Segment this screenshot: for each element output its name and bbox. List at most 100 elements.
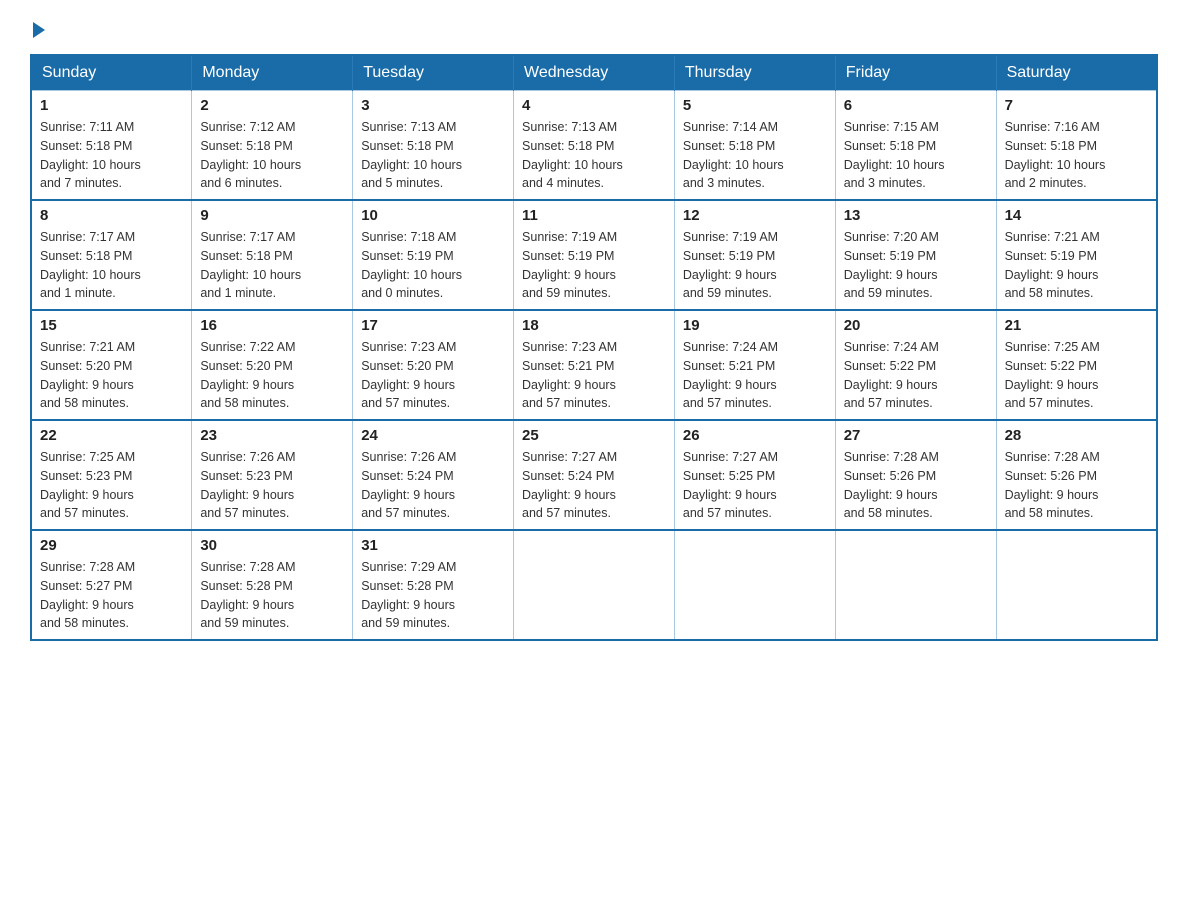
day-info: Sunrise: 7:17 AMSunset: 5:18 PMDaylight:…	[40, 228, 183, 303]
day-number: 6	[844, 97, 988, 114]
day-info: Sunrise: 7:13 AMSunset: 5:18 PMDaylight:…	[522, 118, 666, 193]
day-info: Sunrise: 7:17 AMSunset: 5:18 PMDaylight:…	[200, 228, 344, 303]
table-row: 30 Sunrise: 7:28 AMSunset: 5:28 PMDayligh…	[192, 530, 353, 640]
table-row: 7 Sunrise: 7:16 AMSunset: 5:18 PMDaylight…	[996, 91, 1157, 201]
logo-arrow-icon	[33, 22, 45, 38]
table-row: 21Sunrise: 7:25 AMSunset: 5:22 PMDayligh…	[996, 310, 1157, 420]
table-row: 10 Sunrise: 7:18 AMSunset: 5:19 PMDayligh…	[353, 200, 514, 310]
table-row: 19 Sunrise: 7:24 AMSunset: 5:21 PMDayligh…	[674, 310, 835, 420]
table-row: 2Sunrise: 7:12 AMSunset: 5:18 PMDaylight…	[192, 91, 353, 201]
day-info: Sunrise: 7:28 AMSunset: 5:26 PMDaylight:…	[844, 448, 988, 523]
table-row: 24 Sunrise: 7:26 AMSunset: 5:24 PMDayligh…	[353, 420, 514, 530]
day-info: Sunrise: 7:23 AMSunset: 5:20 PMDaylight:…	[361, 338, 505, 413]
day-number: 25	[522, 427, 666, 444]
day-info: Sunrise: 7:13 AMSunset: 5:18 PMDaylight:…	[361, 118, 505, 193]
day-info: Sunrise: 7:14 AMSunset: 5:18 PMDaylight:…	[683, 118, 827, 193]
day-info: Sunrise: 7:20 AMSunset: 5:19 PMDaylight:…	[844, 228, 988, 303]
table-row: 5 Sunrise: 7:14 AMSunset: 5:18 PMDaylight…	[674, 91, 835, 201]
weekday-header-friday: Friday	[835, 55, 996, 91]
day-info: Sunrise: 7:28 AMSunset: 5:26 PMDaylight:…	[1005, 448, 1148, 523]
table-row: 14 Sunrise: 7:21 AMSunset: 5:19 PMDayligh…	[996, 200, 1157, 310]
day-number: 14	[1005, 207, 1148, 224]
day-number: 4	[522, 97, 666, 114]
table-row	[996, 530, 1157, 640]
day-number: 17	[361, 317, 505, 334]
table-row: 1 Sunrise: 7:11 AMSunset: 5:18 PMDaylight…	[31, 91, 192, 201]
day-info: Sunrise: 7:27 AMSunset: 5:24 PMDaylight:…	[522, 448, 666, 523]
table-row: 11 Sunrise: 7:19 AMSunset: 5:19 PMDayligh…	[514, 200, 675, 310]
day-info: Sunrise: 7:24 AMSunset: 5:21 PMDaylight:…	[683, 338, 827, 413]
weekday-header-tuesday: Tuesday	[353, 55, 514, 91]
calendar-week-row: 8Sunrise: 7:17 AMSunset: 5:18 PMDaylight…	[31, 200, 1157, 310]
day-number: 26	[683, 427, 827, 444]
day-info: Sunrise: 7:18 AMSunset: 5:19 PMDaylight:…	[361, 228, 505, 303]
day-number: 19	[683, 317, 827, 334]
day-info: Sunrise: 7:26 AMSunset: 5:24 PMDaylight:…	[361, 448, 505, 523]
day-number: 24	[361, 427, 505, 444]
day-info: Sunrise: 7:22 AMSunset: 5:20 PMDaylight:…	[200, 338, 344, 413]
table-row: 3Sunrise: 7:13 AMSunset: 5:18 PMDaylight…	[353, 91, 514, 201]
table-row: 31 Sunrise: 7:29 AMSunset: 5:28 PMDayligh…	[353, 530, 514, 640]
day-number: 2	[200, 97, 344, 114]
day-number: 27	[844, 427, 988, 444]
day-number: 21	[1005, 317, 1148, 334]
table-row: 4 Sunrise: 7:13 AMSunset: 5:18 PMDaylight…	[514, 91, 675, 201]
day-info: Sunrise: 7:21 AMSunset: 5:19 PMDaylight:…	[1005, 228, 1148, 303]
calendar-table: SundayMondayTuesdayWednesdayThursdayFrid…	[30, 54, 1158, 641]
day-number: 18	[522, 317, 666, 334]
table-row: 28 Sunrise: 7:28 AMSunset: 5:26 PMDayligh…	[996, 420, 1157, 530]
calendar-week-row: 22 Sunrise: 7:25 AMSunset: 5:23 PMDayligh…	[31, 420, 1157, 530]
table-row: 23Sunrise: 7:26 AMSunset: 5:23 PMDayligh…	[192, 420, 353, 530]
day-info: Sunrise: 7:23 AMSunset: 5:21 PMDaylight:…	[522, 338, 666, 413]
day-number: 10	[361, 207, 505, 224]
table-row: 17 Sunrise: 7:23 AMSunset: 5:20 PMDayligh…	[353, 310, 514, 420]
day-info: Sunrise: 7:29 AMSunset: 5:28 PMDaylight:…	[361, 558, 505, 633]
day-number: 28	[1005, 427, 1148, 444]
day-info: Sunrise: 7:21 AMSunset: 5:20 PMDaylight:…	[40, 338, 183, 413]
day-number: 9	[200, 207, 344, 224]
day-number: 13	[844, 207, 988, 224]
day-number: 7	[1005, 97, 1148, 114]
table-row: 13 Sunrise: 7:20 AMSunset: 5:19 PMDayligh…	[835, 200, 996, 310]
weekday-header-thursday: Thursday	[674, 55, 835, 91]
day-info: Sunrise: 7:15 AMSunset: 5:18 PMDaylight:…	[844, 118, 988, 193]
table-row: 12 Sunrise: 7:19 AMSunset: 5:19 PMDayligh…	[674, 200, 835, 310]
weekday-header-sunday: Sunday	[31, 55, 192, 91]
day-info: Sunrise: 7:19 AMSunset: 5:19 PMDaylight:…	[683, 228, 827, 303]
day-info: Sunrise: 7:19 AMSunset: 5:19 PMDaylight:…	[522, 228, 666, 303]
day-number: 31	[361, 537, 505, 554]
table-row: 18 Sunrise: 7:23 AMSunset: 5:21 PMDayligh…	[514, 310, 675, 420]
day-number: 22	[40, 427, 183, 444]
day-info: Sunrise: 7:28 AMSunset: 5:28 PMDaylight:…	[200, 558, 344, 633]
day-info: Sunrise: 7:28 AMSunset: 5:27 PMDaylight:…	[40, 558, 183, 633]
day-number: 5	[683, 97, 827, 114]
calendar-header-row: SundayMondayTuesdayWednesdayThursdayFrid…	[31, 55, 1157, 91]
day-number: 23	[200, 427, 344, 444]
weekday-header-wednesday: Wednesday	[514, 55, 675, 91]
day-info: Sunrise: 7:27 AMSunset: 5:25 PMDaylight:…	[683, 448, 827, 523]
table-row: 22 Sunrise: 7:25 AMSunset: 5:23 PMDayligh…	[31, 420, 192, 530]
day-number: 15	[40, 317, 183, 334]
day-info: Sunrise: 7:11 AMSunset: 5:18 PMDaylight:…	[40, 118, 183, 193]
day-number: 30	[200, 537, 344, 554]
day-number: 11	[522, 207, 666, 224]
day-info: Sunrise: 7:16 AMSunset: 5:18 PMDaylight:…	[1005, 118, 1148, 193]
table-row: 8Sunrise: 7:17 AMSunset: 5:18 PMDaylight…	[31, 200, 192, 310]
table-row: 9 Sunrise: 7:17 AMSunset: 5:18 PMDaylight…	[192, 200, 353, 310]
table-row: 20Sunrise: 7:24 AMSunset: 5:22 PMDayligh…	[835, 310, 996, 420]
table-row: 16Sunrise: 7:22 AMSunset: 5:20 PMDayligh…	[192, 310, 353, 420]
table-row	[674, 530, 835, 640]
table-row: 25 Sunrise: 7:27 AMSunset: 5:24 PMDayligh…	[514, 420, 675, 530]
page-header	[30, 20, 1158, 36]
table-row: 6 Sunrise: 7:15 AMSunset: 5:18 PMDaylight…	[835, 91, 996, 201]
day-info: Sunrise: 7:25 AMSunset: 5:23 PMDaylight:…	[40, 448, 183, 523]
calendar-week-row: 15 Sunrise: 7:21 AMSunset: 5:20 PMDayligh…	[31, 310, 1157, 420]
day-number: 1	[40, 97, 183, 114]
table-row: 26 Sunrise: 7:27 AMSunset: 5:25 PMDayligh…	[674, 420, 835, 530]
table-row: 15 Sunrise: 7:21 AMSunset: 5:20 PMDayligh…	[31, 310, 192, 420]
logo	[30, 20, 45, 36]
day-number: 29	[40, 537, 183, 554]
calendar-week-row: 29 Sunrise: 7:28 AMSunset: 5:27 PMDayligh…	[31, 530, 1157, 640]
table-row: 29 Sunrise: 7:28 AMSunset: 5:27 PMDayligh…	[31, 530, 192, 640]
day-number: 12	[683, 207, 827, 224]
